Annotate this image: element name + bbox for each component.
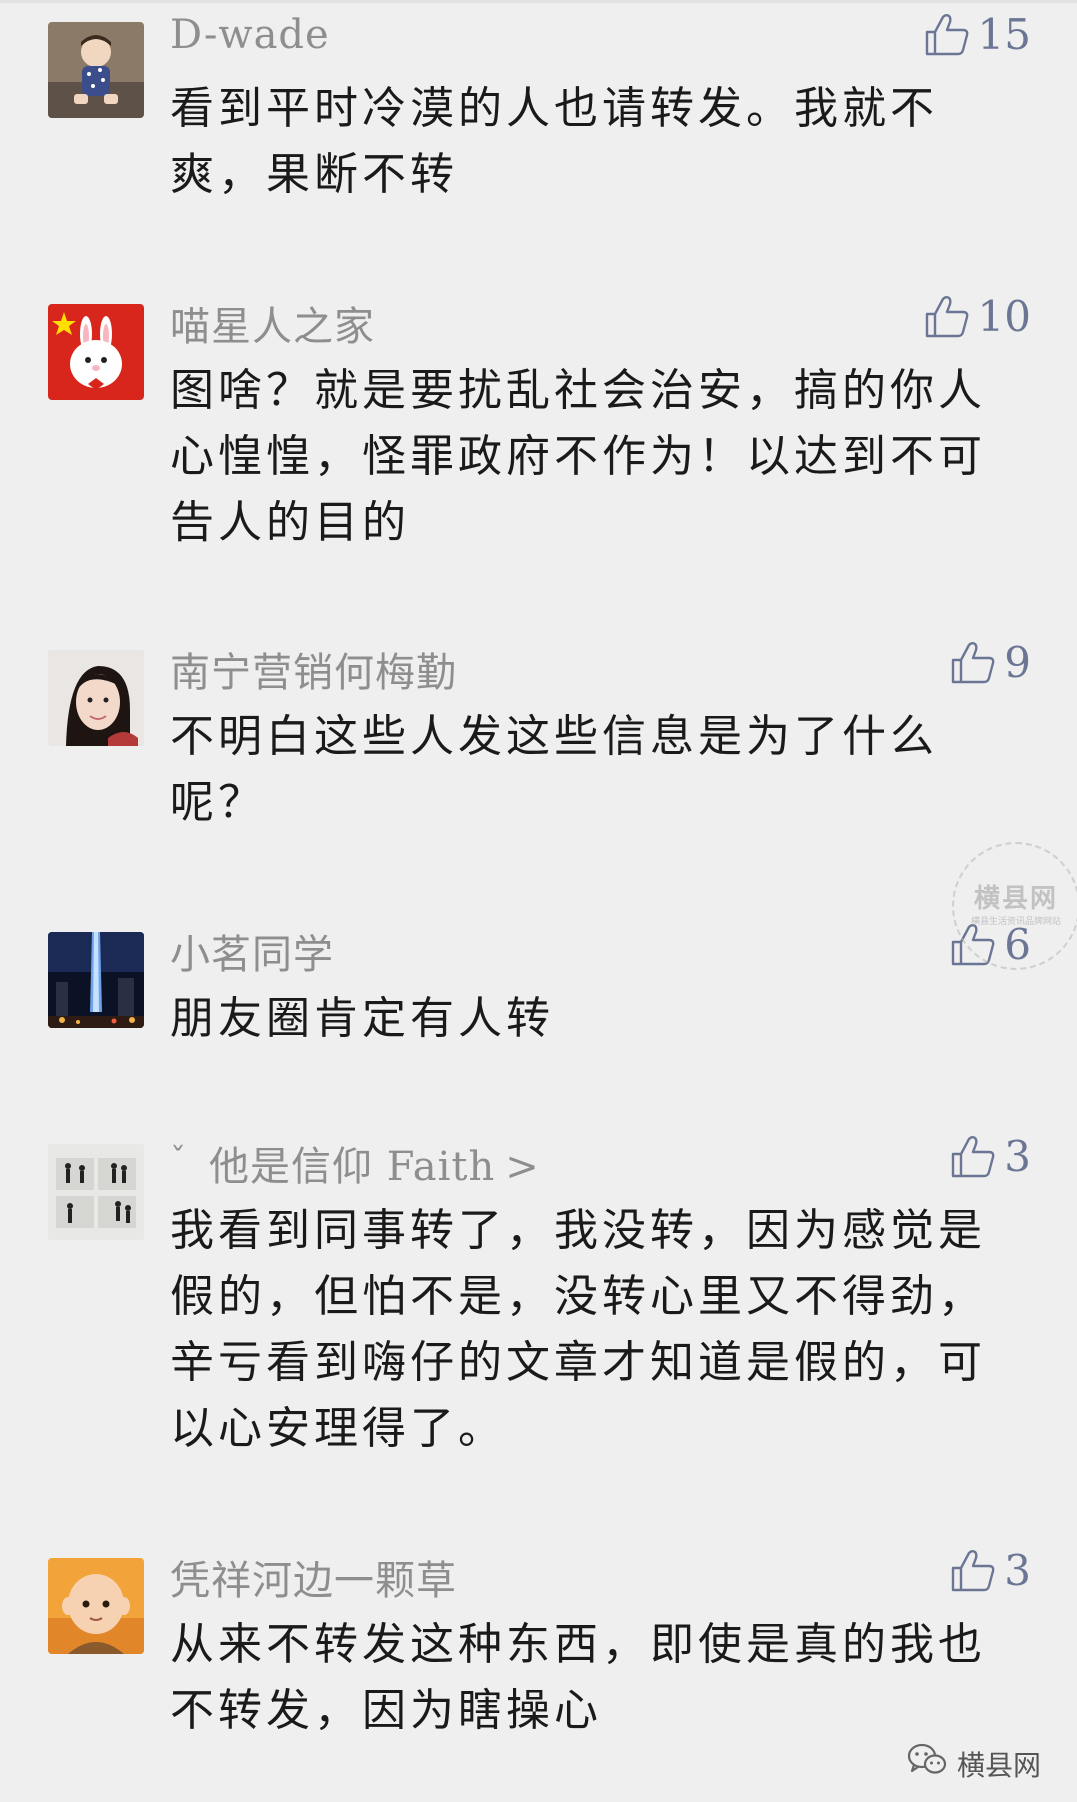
brand-watermark: 横县网: [907, 1743, 1041, 1784]
avatar[interactable]: [48, 932, 144, 1028]
thumbs-up-icon: [924, 13, 970, 57]
comment-author[interactable]: ˇ 他是信仰 Faith >: [170, 1134, 540, 1192]
thumbs-up-icon: [924, 295, 970, 339]
watermark-seal-title: 横县网: [973, 884, 1058, 914]
top-divider: [0, 0, 1077, 3]
like-count: 3: [1004, 1546, 1031, 1595]
like-button[interactable]: 6: [950, 920, 1031, 969]
comment-text: 看到平时冷漠的人也请转发。我就不爽，果断不转: [170, 83, 938, 200]
comment-text: 不明白这些人发这些信息是为了什么呢？: [170, 711, 938, 828]
like-count: 10: [977, 292, 1031, 341]
like-count: 9: [1004, 638, 1031, 687]
comment-author[interactable]: D-wade: [170, 12, 330, 58]
thumbs-up-icon: [950, 641, 996, 685]
comment-text: 图啥？就是要扰乱社会治安，搞的你人心惶惶，怪罪政府不作为！以达到不可告人的目的: [170, 365, 986, 548]
comment-author-text: 他是信仰 Faith: [209, 1144, 496, 1190]
thumbs-up-icon: [950, 1549, 996, 1593]
wechat-icon: [907, 1743, 947, 1784]
like-button[interactable]: 9: [950, 638, 1031, 687]
comment-author[interactable]: 小茗同学: [170, 922, 334, 980]
comment-author[interactable]: 喵星人之家: [170, 294, 375, 352]
avatar[interactable]: [48, 1558, 144, 1654]
like-button[interactable]: 15: [924, 10, 1031, 59]
thumbs-up-icon: [950, 923, 996, 967]
comment-text: 我看到同事转了，我没转，因为感觉是假的，但怕不是，没转心里又不得劲，辛亏看到嗨仔…: [170, 1205, 986, 1454]
like-count: 15: [977, 10, 1031, 59]
like-button[interactable]: 10: [924, 292, 1031, 341]
comment-text: 朋友圈肯定有人转: [170, 993, 554, 1044]
like-button[interactable]: 3: [950, 1546, 1031, 1595]
avatar[interactable]: [48, 650, 144, 746]
like-count: 3: [1004, 1132, 1031, 1181]
like-count: 6: [1004, 920, 1031, 969]
comment-author[interactable]: 南宁营销何梅勤: [170, 640, 457, 698]
comment-author[interactable]: 凭祥河边一颗草: [170, 1548, 457, 1606]
name-prefix-mark: ˇ: [170, 1140, 187, 1178]
comment-text: 从来不转发这种东西，即使是真的我也不转发，因为瞎操心: [170, 1619, 986, 1736]
avatar[interactable]: [48, 1144, 144, 1240]
avatar[interactable]: [48, 304, 144, 400]
brand-label: 横县网: [956, 1748, 1041, 1782]
chevron-right-icon: >: [505, 1144, 540, 1190]
thumbs-up-icon: [950, 1135, 996, 1179]
avatar[interactable]: [48, 22, 144, 118]
like-button[interactable]: 3: [950, 1132, 1031, 1181]
